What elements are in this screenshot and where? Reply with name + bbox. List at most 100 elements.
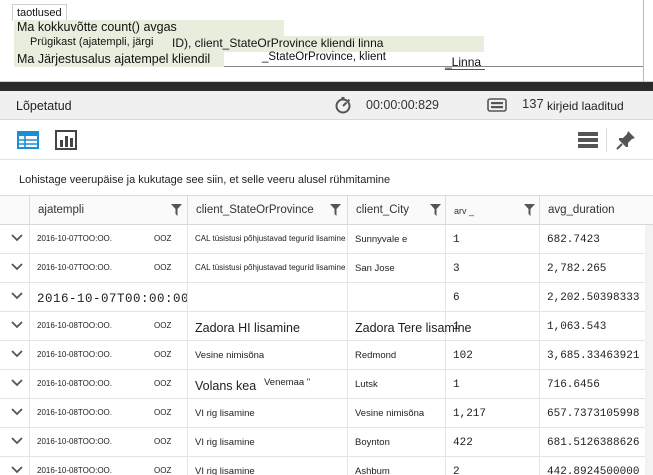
filter-icon[interactable] [430, 204, 441, 216]
chevron-down-icon[interactable] [11, 379, 23, 387]
query-line-3a[interactable]: Ma Järjestusalus ajatempel kliendil [14, 52, 224, 67]
row-expander[interactable] [0, 370, 30, 399]
status-bar: Lõpetatud 00:00:00:829 137 kirjeid laadi… [0, 91, 653, 120]
column-label: client_City [356, 204, 410, 216]
cell-state: Volans kea Venemaa " [188, 370, 348, 399]
row-expander[interactable] [0, 428, 30, 457]
cell-city: Zadora Tere lisamine [348, 312, 472, 341]
pin-icon[interactable] [614, 128, 638, 152]
timestamp-zone: OOZ [154, 379, 172, 388]
row-expander[interactable] [0, 312, 30, 341]
editor-scrollbar[interactable] [643, 0, 644, 82]
count-text: 1,217 [453, 408, 487, 420]
timestamp-zone: OOZ [154, 408, 172, 417]
columns-icon[interactable] [576, 128, 600, 152]
cell-city: Sunnyvale e [348, 225, 446, 254]
avg-duration-text: 2,782.265 [547, 263, 607, 275]
chevron-down-icon[interactable] [11, 350, 23, 358]
timestamp-text: 2016-10-07TOO:OO. [37, 263, 112, 272]
timestamp-text: 2016-10-08TOO:OO. [37, 321, 112, 330]
timestamp-zone: OOZ [154, 466, 172, 475]
grid-scrollbar[interactable] [645, 225, 653, 475]
table-row[interactable]: 2016-10-08TOO:OO. OOZ Zadora HI lisamine Za… [0, 312, 653, 341]
group-by-drop-zone[interactable]: Lohistage veerupäise ja kukutage see sii… [0, 160, 653, 196]
cell-timestamp: 2016-10-08TOO:OO. OOZ [30, 312, 188, 341]
toolbar-separator [606, 128, 607, 152]
count-text: 422 [453, 437, 473, 449]
cell-avg-duration: 1,063.543 [540, 312, 653, 341]
row-expander[interactable] [0, 457, 30, 475]
table-row[interactable]: 2016-10-08TOO:OO. OOZ VI rig lisamine Boynt… [0, 428, 653, 457]
column-label: avg_duration [548, 204, 615, 216]
timestamp-zone: OOZ [154, 321, 172, 330]
cell-avg-duration: 682.7423 [540, 225, 653, 254]
chevron-down-icon[interactable] [11, 466, 23, 474]
timestamp-text: 2016-10-08TOO:OO. [37, 350, 112, 359]
table-row[interactable]: 2016-10-07TOO:OO. OOZ CAL tüsistusi põhjus… [0, 225, 653, 254]
row-expander[interactable] [0, 283, 30, 312]
records-icon [487, 98, 507, 112]
query-line-3b[interactable]: _StateOrProvince, klient [262, 51, 386, 63]
table-row[interactable]: 2016-10-07TOO:OO. OOZ CAL tüsistusi põhjus… [0, 254, 653, 283]
city-text: Boynton [355, 437, 390, 448]
cell-state: VI rig lisamine [188, 428, 348, 457]
column-header-avg-duration[interactable]: avg_duration [540, 196, 653, 225]
query-tab[interactable]: taotlused [12, 4, 67, 21]
chevron-down-icon[interactable] [11, 263, 23, 271]
cell-avg-duration: 2,202.50398333 [540, 283, 653, 312]
cell-state: CAL tüsistusi põhjustavad teguríd lisami… [188, 254, 348, 283]
query-editor[interactable]: taotlused Ma kokkuvõtte count() avgas Pr… [0, 0, 653, 82]
query-line-2b[interactable]: ID), client_StateOrProvince kliendi linn… [170, 36, 484, 52]
avg-duration-text: 681.5126388626 [547, 437, 640, 449]
chart-icon[interactable] [54, 128, 78, 152]
state-text: VI rig lisamine [195, 408, 255, 419]
column-header-count[interactable]: arv _ [446, 196, 540, 225]
filter-icon[interactable] [330, 204, 341, 216]
column-header-state[interactable]: client_StateOrProvince [188, 196, 348, 225]
avg-duration-text: 716.6456 [547, 379, 600, 391]
chevron-down-icon[interactable] [11, 321, 23, 329]
chevron-down-icon[interactable] [11, 234, 23, 242]
timestamp-text: 2016-10-08TOO:OO. [37, 379, 112, 388]
cell-state [188, 283, 348, 312]
cell-count: 1 [446, 312, 540, 341]
cell-avg-duration: 681.5126388626 [540, 428, 653, 457]
table-icon[interactable] [16, 128, 40, 152]
cell-timestamp: 2016-10-08TOO:OO. OOZ [30, 341, 188, 370]
cell-state: VI rig lisamine [188, 399, 348, 428]
cell-city: Redmond [348, 341, 446, 370]
pane-splitter[interactable] [0, 82, 653, 91]
column-header-timestamp[interactable]: ajatempli [30, 196, 188, 225]
timestamp-text: 2016-10-07TOO:OO. [37, 234, 112, 243]
row-expander[interactable] [0, 225, 30, 254]
header-expander [0, 196, 30, 225]
query-line-1[interactable]: Ma kokkuvõtte count() avgas [14, 20, 284, 36]
row-expander[interactable] [0, 341, 30, 370]
table-row[interactable]: 2016-10-08TOO:OO. OOZ VI rig lisamine Ashbu… [0, 457, 653, 475]
filter-icon[interactable] [171, 204, 182, 216]
cell-timestamp: 2016-10-07TOO:OO. OOZ [30, 225, 188, 254]
row-expander[interactable] [0, 399, 30, 428]
query-line-3c[interactable]: _Linna [445, 55, 486, 70]
query-line-2a[interactable]: Prügikast (ajatempli, järgi [14, 36, 170, 52]
row-expander[interactable] [0, 254, 30, 283]
timestamp-zone: OOZ [154, 234, 172, 243]
city-text: Ashbum [355, 466, 390, 475]
cell-state: Vesine nimisõna [188, 341, 348, 370]
chevron-down-icon[interactable] [11, 408, 23, 416]
table-row[interactable]: 2016-10-08TOO:OO. OOZ Volans kea Venemaa " L… [0, 370, 653, 399]
cell-city [348, 283, 446, 312]
filter-icon[interactable] [524, 204, 535, 216]
cell-city: San Jose [348, 254, 446, 283]
chevron-down-icon[interactable] [11, 437, 23, 445]
table-row[interactable]: 2016-10-07T00:00:00Z 6 2,202.50398333 [0, 283, 653, 312]
column-header-city[interactable]: client_City [348, 196, 446, 225]
cell-timestamp: 2016-10-08TOO:OO. OOZ [30, 370, 188, 399]
state-text: VI rig lisamine [195, 437, 255, 448]
table-row[interactable]: 2016-10-08TOO:OO. OOZ VI rig lisamine Vesin… [0, 399, 653, 428]
chevron-down-icon[interactable] [11, 292, 23, 300]
records-loaded-label: kirjeid laaditud [547, 99, 624, 113]
avg-duration-text: 442.8924500000 [547, 466, 640, 475]
state-text: CAL tüsistusi põhjustavad teguríd lisami… [195, 234, 346, 243]
table-row[interactable]: 2016-10-08TOO:OO. OOZ Vesine nimisõna Redmo… [0, 341, 653, 370]
